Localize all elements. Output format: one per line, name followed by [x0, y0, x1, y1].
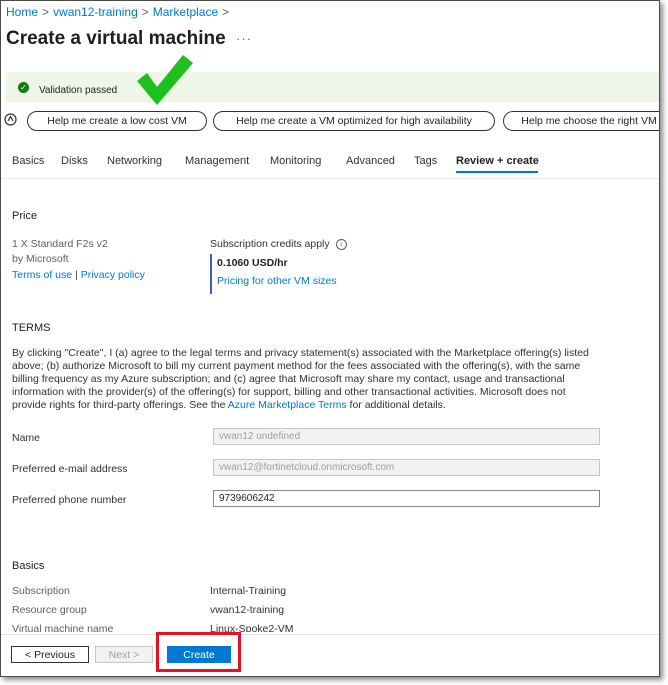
subscription-value: Internal-Training	[210, 585, 287, 597]
subscription-label: Subscription	[12, 585, 70, 597]
vm-name-value: Linux-Spoke2-VM	[210, 623, 294, 632]
subscription-credits: Subscription credits apply i	[210, 238, 347, 250]
resource-group-value: vwan12-training	[210, 604, 285, 616]
prompt-choose-vm-button[interactable]: Help me choose the right VM	[503, 111, 659, 131]
name-label: Name	[12, 432, 41, 444]
breadcrumb-marketplace[interactable]: Marketplace	[153, 5, 218, 19]
next-button: Next >	[95, 646, 153, 663]
price-heading: Price	[12, 210, 38, 222]
terms-of-use-link[interactable]: Terms of use	[12, 269, 72, 281]
breadcrumb-separator: >	[42, 5, 50, 19]
tab-disks[interactable]: Disks	[61, 155, 88, 167]
tab-management[interactable]: Management	[185, 155, 249, 167]
email-field: vwan12@fortinetcloud.onmicrosoft.com	[213, 459, 600, 476]
breadcrumb: Home > vwan12-training > Marketplace >	[6, 5, 233, 19]
price-accent-bar	[210, 254, 212, 294]
checkmark-circle-icon: ✓	[18, 82, 29, 93]
publisher: by Microsoft	[12, 253, 69, 265]
breadcrumb-separator: >	[222, 5, 230, 19]
tab-review-create[interactable]: Review + create	[456, 155, 539, 167]
pricing-other-sizes-link[interactable]: Pricing for other VM sizes	[217, 275, 337, 287]
more-options-button[interactable]: ···	[236, 31, 252, 46]
breadcrumb-separator: >	[141, 5, 149, 19]
previous-button[interactable]: < Previous	[11, 646, 89, 663]
privacy-policy-link[interactable]: Privacy policy	[81, 269, 145, 281]
tab-monitoring[interactable]: Monitoring	[270, 155, 321, 167]
active-tab-indicator	[456, 171, 538, 173]
tab-advanced[interactable]: Advanced	[346, 155, 395, 167]
copilot-icon	[4, 113, 17, 126]
breadcrumb-home[interactable]: Home	[6, 5, 38, 19]
email-label: Preferred e-mail address	[12, 463, 128, 475]
subscription-credits-label: Subscription credits apply	[210, 238, 330, 250]
prompt-low-cost-vm-button[interactable]: Help me create a low cost VM	[27, 111, 207, 131]
phone-field[interactable]: 9739606242	[213, 490, 600, 507]
validation-banner: ✓ Validation passed	[6, 72, 659, 102]
terms-heading: TERMS	[12, 322, 51, 334]
info-icon[interactable]: i	[335, 239, 347, 250]
tab-basics[interactable]: Basics	[12, 155, 44, 167]
azure-marketplace-terms-link[interactable]: Azure Marketplace Terms	[228, 399, 347, 411]
name-field: vwan12 undefined	[213, 428, 600, 445]
validation-text: Validation passed	[39, 85, 118, 96]
tab-tags[interactable]: Tags	[414, 155, 437, 167]
vm-name-label: Virtual machine name	[12, 623, 114, 632]
footer-divider	[1, 634, 659, 635]
breadcrumb-resource-group[interactable]: vwan12-training	[53, 5, 138, 19]
tab-networking[interactable]: Networking	[107, 155, 162, 167]
vm-size: 1 X Standard F2s v2	[12, 238, 108, 250]
link-divider: |	[75, 269, 78, 281]
azure-portal-window: Home > vwan12-training > Marketplace > Create…	[0, 0, 660, 677]
terms-text: By clicking "Create", I (a) agree to the…	[12, 347, 597, 412]
hourly-rate: 0.1060 USD/hr	[217, 257, 288, 269]
prompt-high-availability-button[interactable]: Help me create a VM optimized for high a…	[213, 111, 495, 131]
price-links: Terms of use | Privacy policy	[12, 269, 145, 281]
terms-body-tail: for additional details.	[346, 399, 446, 411]
resource-group-label: Resource group	[12, 604, 87, 616]
basics-heading: Basics	[12, 560, 45, 572]
page-title: Create a virtual machine	[6, 28, 226, 49]
tabs-divider	[1, 178, 659, 179]
phone-label: Preferred phone number	[12, 494, 127, 506]
create-highlight-box	[156, 632, 241, 672]
annotation-checkmark-icon	[137, 55, 193, 105]
